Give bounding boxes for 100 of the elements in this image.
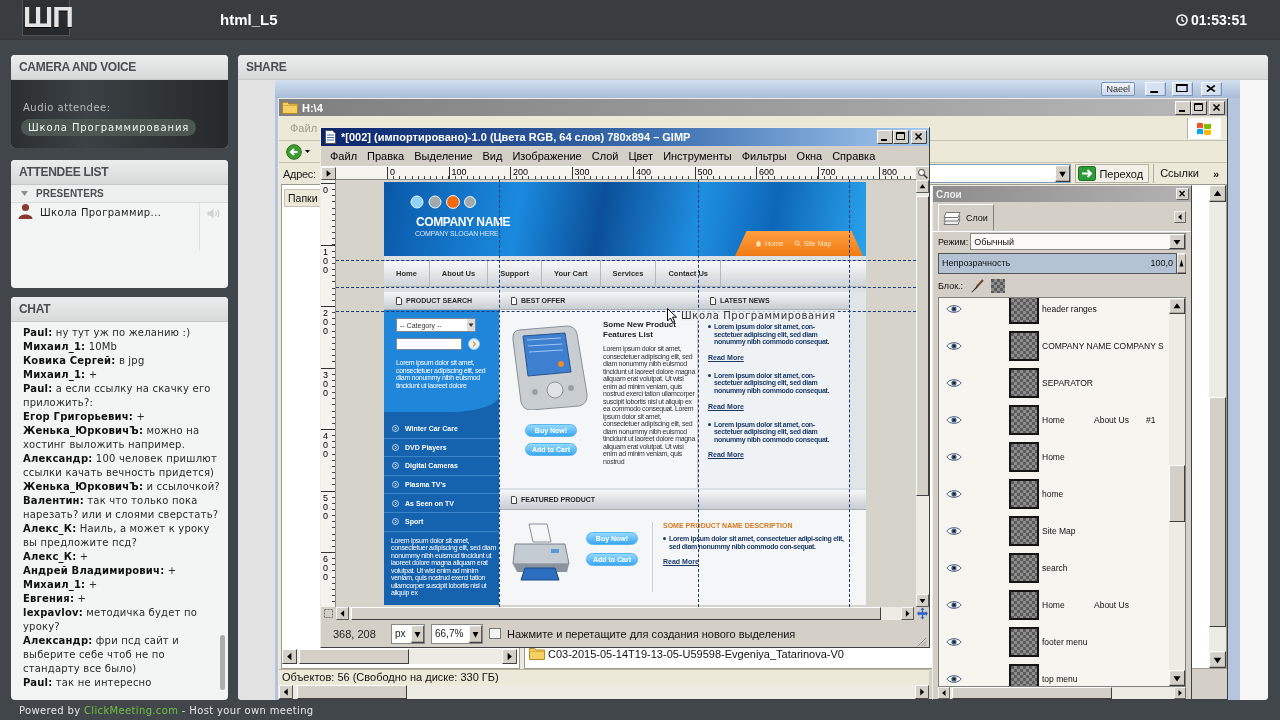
- menu-item[interactable]: Выделение: [414, 150, 473, 162]
- up-arrow-icon[interactable]: [916, 180, 929, 193]
- go-button[interactable]: Переход: [1075, 164, 1150, 183]
- minimize-icon[interactable]: [1175, 100, 1191, 115]
- toolbar-button[interactable]: Naeel: [1101, 82, 1135, 96]
- layer-name[interactable]: search: [1039, 562, 1068, 573]
- scrollbar[interactable]: [220, 635, 225, 690]
- resize-grip-icon: [915, 635, 927, 647]
- close-icon[interactable]: [1176, 188, 1189, 200]
- down-arrow-icon[interactable]: [1169, 670, 1185, 686]
- scrollbar-thumb[interactable]: [297, 685, 407, 699]
- layer-name[interactable]: header ranges: [1039, 303, 1097, 314]
- menu-arrow-icon[interactable]: [321, 167, 336, 180]
- scrollbar-thumb[interactable]: [299, 649, 409, 664]
- layer-name[interactable]: COMPANY NAME COMPANY S: [1039, 340, 1164, 351]
- layer-name[interactable]: top menu: [1039, 673, 1078, 684]
- left-arrow-icon[interactable]: [938, 687, 950, 699]
- window-title: H:\4: [302, 101, 323, 114]
- menu-item[interactable]: Файл: [330, 150, 358, 162]
- maximize-icon[interactable]: [893, 130, 909, 144]
- ruler-label: 300: [571, 167, 633, 179]
- file-item[interactable]: C03-2015-05-14T19-13-05-U59598-Evgeniya_Tatarinova-V0: [529, 646, 1209, 661]
- eye-icon[interactable]: [946, 525, 962, 536]
- right-arrow-icon[interactable]: [915, 685, 929, 699]
- caret-icon[interactable]: [1055, 165, 1071, 182]
- right-arrow-icon[interactable]: [1174, 687, 1186, 699]
- more-button[interactable]: »: [1208, 167, 1223, 180]
- minimize-icon[interactable]: [1145, 82, 1166, 96]
- left-arrow-icon[interactable]: [282, 649, 297, 664]
- layer-name[interactable]: Home: [1039, 451, 1065, 462]
- right-arrow-icon[interactable]: [901, 607, 914, 620]
- scrollbar[interactable]: [282, 649, 517, 664]
- scrollbar[interactable]: [916, 180, 929, 607]
- dashed-square-icon[interactable]: [323, 608, 334, 619]
- up-arrow-icon[interactable]: [1169, 298, 1185, 314]
- menu-item[interactable]: Инструменты: [663, 150, 732, 162]
- scrollbar[interactable]: [938, 687, 1186, 699]
- layer-name[interactable]: footer menu: [1039, 636, 1088, 647]
- eye-icon[interactable]: [946, 599, 962, 610]
- scrollbar-thumb[interactable]: [952, 687, 1112, 699]
- eye-icon[interactable]: [946, 673, 962, 684]
- up-arrow-icon[interactable]: [1209, 185, 1226, 202]
- caret-icon[interactable]: [305, 150, 310, 153]
- scrollbar-thumb[interactable]: [1169, 465, 1185, 522]
- menu-item[interactable]: Окна: [796, 150, 823, 162]
- layer-name[interactable]: Site Map: [1039, 525, 1076, 536]
- menu-item[interactable]: Вид: [482, 150, 503, 162]
- move-icon[interactable]: [916, 607, 929, 620]
- link[interactable]: ClickMeeting.com: [84, 705, 179, 716]
- caret-icon[interactable]: [469, 624, 482, 643]
- left-arrow-icon[interactable]: [279, 685, 293, 699]
- zoom-icon[interactable]: [916, 167, 929, 180]
- layer-name[interactable]: home: [1039, 488, 1064, 499]
- menu-item[interactable]: Слой: [591, 150, 619, 162]
- eye-icon[interactable]: [946, 488, 962, 499]
- menu-item[interactable]: Правка: [367, 150, 405, 162]
- close-icon[interactable]: [1209, 100, 1225, 115]
- scrollbar-thumb[interactable]: [1209, 397, 1226, 627]
- menu-item[interactable]: Цвет: [628, 150, 654, 162]
- layer-name[interactable]: SEPARATOR: [1039, 377, 1093, 388]
- maximize-icon[interactable]: [1191, 100, 1207, 115]
- eye-icon[interactable]: [946, 562, 962, 573]
- close-icon[interactable]: [1201, 82, 1222, 96]
- eye-icon[interactable]: [946, 340, 962, 351]
- layer-name[interactable]: Home About Us: [1039, 599, 1129, 610]
- close-icon[interactable]: [911, 130, 927, 144]
- group-header[interactable]: PRESENTERS: [11, 185, 228, 203]
- right-arrow-icon[interactable]: [502, 649, 517, 664]
- down-arrow-icon[interactable]: [1209, 651, 1226, 668]
- checkerboard-icon[interactable]: [991, 279, 1006, 293]
- layer-name[interactable]: Home About Us #1: [1039, 414, 1156, 425]
- down-arrow-icon[interactable]: [916, 594, 929, 607]
- spin-arrow-icon[interactable]: [1177, 252, 1186, 274]
- caret-icon[interactable]: [411, 624, 424, 643]
- scrollbar-thumb[interactable]: [916, 196, 929, 496]
- minimize-icon[interactable]: [877, 130, 893, 144]
- caret-icon[interactable]: [1169, 234, 1185, 249]
- maximize-icon[interactable]: [1172, 82, 1193, 96]
- zoom-select[interactable]: 66,7%: [431, 623, 483, 644]
- square-icon[interactable]: [489, 628, 501, 639]
- menu-item[interactable]: Справка: [832, 150, 876, 162]
- eye-icon[interactable]: [946, 451, 962, 462]
- unit-select[interactable]: px: [391, 623, 425, 644]
- mode-select[interactable]: Обычный: [970, 233, 1186, 250]
- scrollbar[interactable]: [279, 685, 929, 699]
- tab[interactable]: Слои: [938, 204, 994, 231]
- links-button[interactable]: Ссылки: [1153, 164, 1205, 183]
- left-arrow-icon[interactable]: [336, 607, 349, 620]
- collapse-arrow-icon[interactable]: [1174, 210, 1186, 223]
- eye-icon[interactable]: [946, 377, 962, 388]
- scrollbar[interactable]: [1169, 298, 1185, 686]
- menu-item[interactable]: Изображение: [512, 150, 582, 162]
- eye-icon[interactable]: [946, 636, 962, 647]
- opacity-slider[interactable]: Непрозрачность 100,0: [938, 252, 1177, 274]
- chat-message: Михаил_1: 10Mb: [23, 340, 119, 354]
- brush-icon[interactable]: [970, 279, 985, 293]
- eye-icon[interactable]: [946, 414, 962, 425]
- eye-icon[interactable]: [946, 303, 962, 314]
- menu-item[interactable]: Фильтры: [741, 150, 787, 162]
- scrollbar[interactable]: [1209, 185, 1226, 668]
